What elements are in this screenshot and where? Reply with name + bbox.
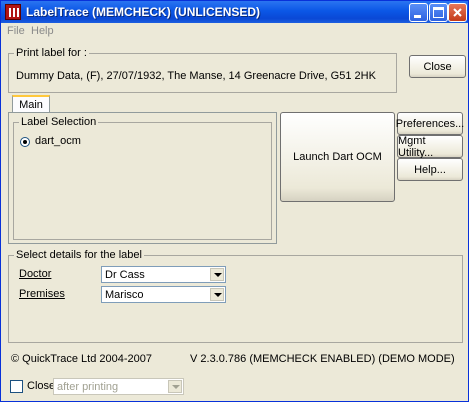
- window-title: LabelTrace (MEMCHECK) (UNLICENSED): [26, 5, 261, 19]
- close-button[interactable]: Close: [409, 55, 466, 78]
- minimize-button[interactable]: [409, 3, 428, 22]
- mgmt-utility-button[interactable]: Mgmt Utility...: [397, 135, 463, 159]
- main-tab-panel: Label Selection dart_ocm: [8, 112, 277, 244]
- version-text: V 2.3.0.786 (MEMCHECK ENABLED) (DEMO MOD…: [190, 353, 455, 365]
- doctor-select-value: Dr Cass: [105, 269, 145, 281]
- launch-dart-ocm-button[interactable]: Launch Dart OCM: [280, 112, 395, 202]
- title-bar[interactable]: LabelTrace (MEMCHECK) (UNLICENSED): [1, 1, 468, 23]
- details-legend: Select details for the label: [14, 249, 144, 261]
- maximize-button[interactable]: [429, 3, 448, 22]
- details-group: Select details for the label Doctor Dr C…: [8, 249, 463, 343]
- menu-file[interactable]: File: [7, 25, 25, 37]
- dart-ocm-radio[interactable]: [20, 137, 30, 147]
- print-label-legend: Print label for :: [14, 47, 89, 59]
- help-button[interactable]: Help...: [397, 158, 463, 181]
- minimize-icon: [414, 15, 421, 18]
- close-icon: [453, 8, 462, 17]
- premises-label: Premises: [19, 288, 65, 300]
- dart-ocm-label[interactable]: dart_ocm: [35, 135, 81, 147]
- after-printing-value: after printing: [57, 381, 119, 393]
- tab-main[interactable]: Main: [12, 95, 50, 113]
- doctor-select[interactable]: Dr Cass: [101, 266, 226, 283]
- premises-select[interactable]: Marisco: [101, 286, 226, 303]
- labeltrace-app-icon: [5, 4, 21, 20]
- close-window-button[interactable]: [448, 3, 467, 22]
- premises-select-value: Marisco: [105, 289, 144, 301]
- doctor-label: Doctor: [19, 268, 52, 280]
- maximize-icon: [433, 7, 444, 18]
- close-after-checkbox[interactable]: [10, 380, 23, 393]
- after-printing-dropdown-arrow-icon: [168, 380, 182, 393]
- menu-bar: File Help: [1, 23, 468, 40]
- label-selection-group: Label Selection dart_ocm: [13, 116, 272, 240]
- menu-help[interactable]: Help: [31, 25, 54, 37]
- app-window: LabelTrace (MEMCHECK) (UNLICENSED) File …: [0, 0, 469, 402]
- premises-dropdown-arrow-icon[interactable]: [210, 288, 224, 301]
- after-printing-select: after printing: [53, 378, 184, 395]
- preferences-button[interactable]: Preferences...: [396, 112, 464, 135]
- print-label-group: Print label for : Dummy Data, (F), 27/07…: [8, 47, 397, 93]
- copyright-text: © QuickTrace Ltd 2004-2007: [11, 353, 152, 365]
- doctor-dropdown-arrow-icon[interactable]: [210, 268, 224, 281]
- patient-details-text: Dummy Data, (F), 27/07/1932, The Manse, …: [16, 70, 376, 82]
- close-after-label[interactable]: Close: [27, 380, 55, 392]
- label-selection-legend: Label Selection: [19, 116, 99, 128]
